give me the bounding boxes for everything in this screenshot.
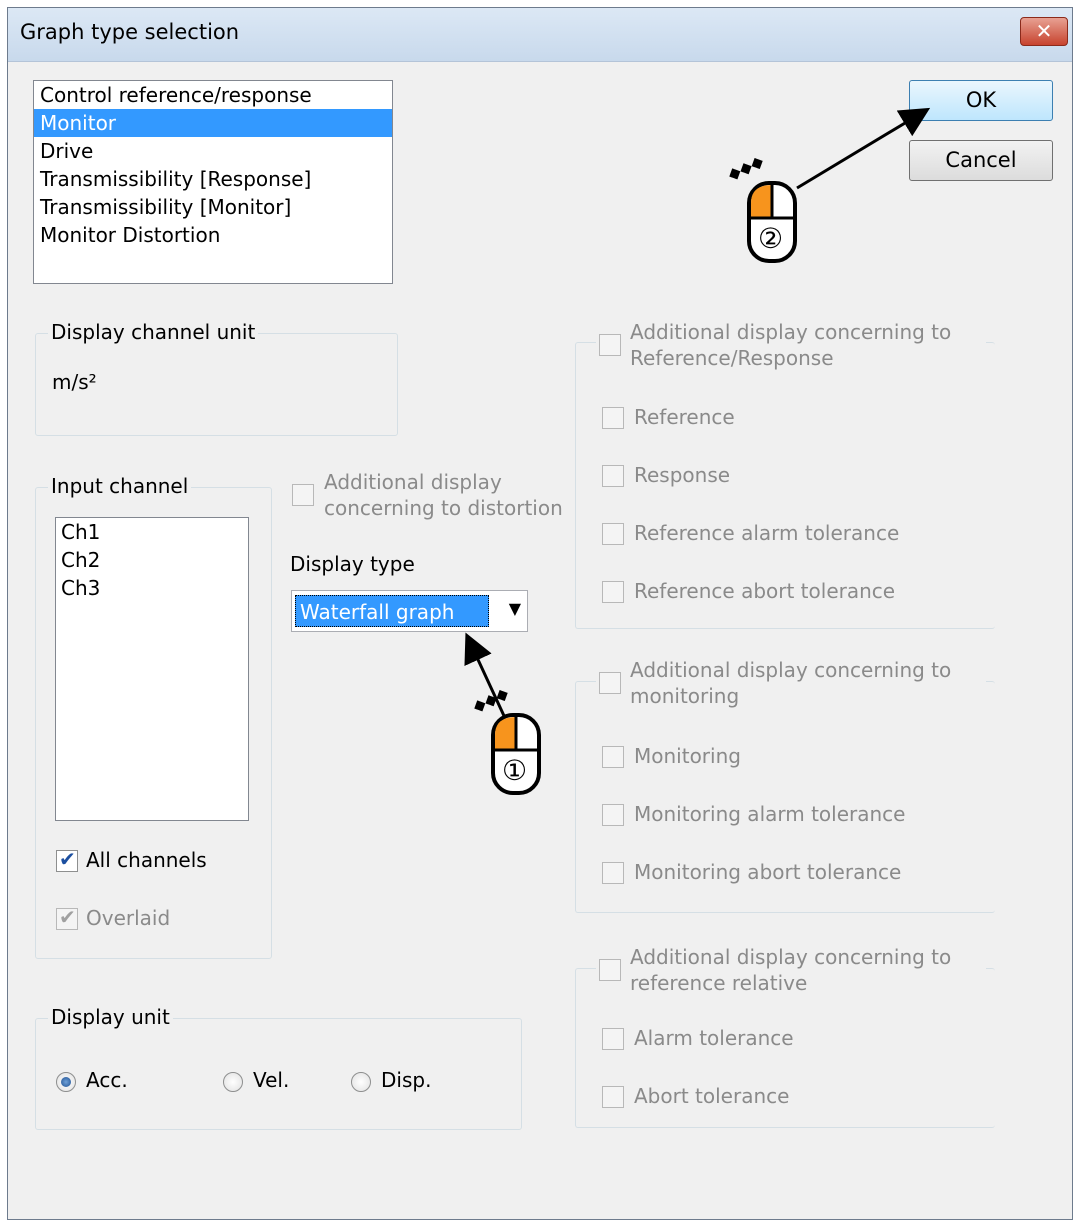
annotation-arrows [464,107,931,719]
mouse-click-icon-1: ① [490,712,544,798]
step-2-label: ② [758,222,784,255]
arrow-to-ok [796,107,931,190]
step-1-label: ① [502,754,528,787]
mouse-click-icon-2: ② [746,180,800,266]
